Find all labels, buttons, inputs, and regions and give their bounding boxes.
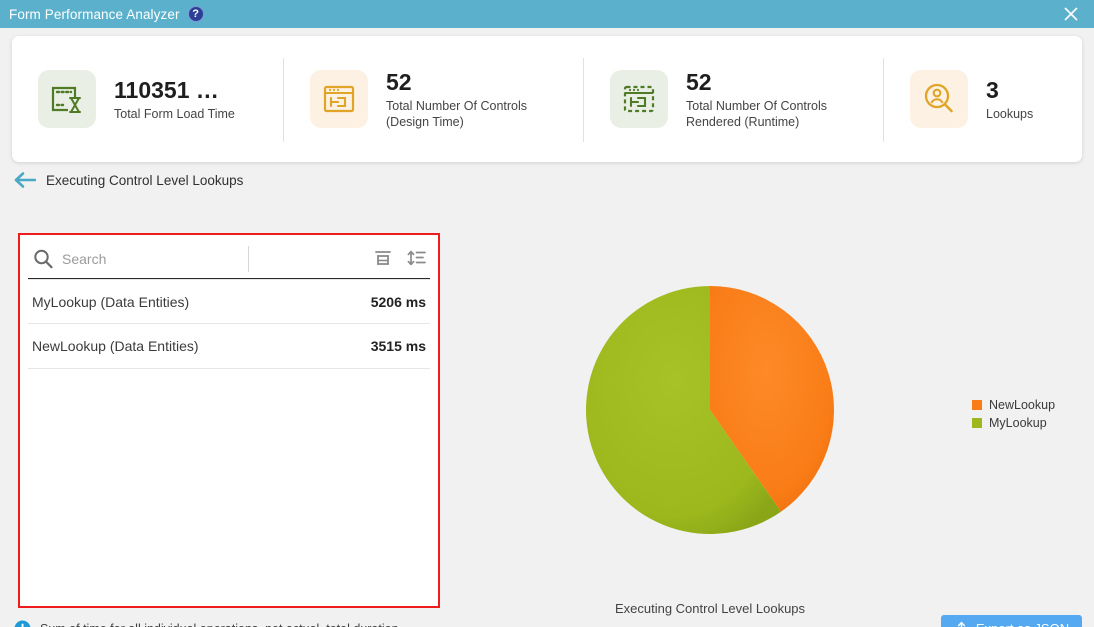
window-body: 110351 … Total Form Load Time 52 Total N…	[0, 28, 1094, 627]
legend-item[interactable]: NewLookup	[972, 398, 1055, 412]
stat-text: 52 Total Number Of Controls Rendered (Ru…	[686, 69, 856, 130]
pie-chart-area: Executing Control Level Lookups NewLooku…	[470, 233, 1080, 616]
stat-total-form-load-time: 110351 … Total Form Load Time	[12, 56, 284, 142]
pie-chart-caption: Executing Control Level Lookups	[614, 601, 806, 616]
breadcrumb-label: Executing Control Level Lookups	[46, 172, 244, 188]
stat-label: Total Number Of Controls Rendered (Runti…	[686, 98, 828, 129]
stat-label: Total Form Load Time	[114, 106, 235, 121]
legend-swatch-newlookup	[972, 400, 982, 410]
stat-value: 110351 …	[114, 76, 219, 103]
question-mark-icon[interactable]: ?	[187, 6, 204, 22]
list-item-value: 3515 ms	[370, 338, 426, 354]
legend-item[interactable]: MyLookup	[972, 416, 1055, 430]
back-arrow-icon[interactable]	[14, 171, 37, 189]
footer-note: Sum of time for all individual operation…	[14, 620, 402, 627]
stat-value: 52	[386, 68, 412, 95]
controls-runtime-icon	[610, 70, 668, 128]
search-input[interactable]	[60, 245, 240, 272]
legend-label: MyLookup	[989, 416, 1047, 430]
search-bar	[28, 239, 430, 279]
legend-swatch-mylookup	[972, 418, 982, 428]
close-icon[interactable]	[1048, 0, 1094, 28]
lookups-list: MyLookup (Data Entities) 5206 ms NewLook…	[28, 279, 430, 369]
upload-icon	[954, 621, 969, 627]
window-title: Form Performance Analyzer	[9, 6, 180, 22]
stat-total-controls-design-time: 52 Total Number Of Controls (Design Time…	[284, 56, 584, 142]
list-item-name: MyLookup (Data Entities)	[32, 293, 190, 310]
search-divider	[248, 245, 249, 272]
sort-icon[interactable]	[406, 247, 428, 269]
summary-card: 110351 … Total Form Load Time 52 Total N…	[12, 36, 1082, 162]
stat-text: 110351 … Total Form Load Time	[114, 77, 235, 122]
group-by-icon[interactable]	[372, 247, 394, 269]
footer-note-text: Sum of time for all individual operation…	[40, 622, 402, 627]
search-icon	[32, 248, 54, 270]
lookups-list-panel: MyLookup (Data Entities) 5206 ms NewLook…	[18, 233, 440, 608]
export-button-label: Export as JSON	[976, 621, 1069, 627]
stat-total-controls-runtime: 52 Total Number Of Controls Rendered (Ru…	[584, 56, 884, 142]
breadcrumb[interactable]: Executing Control Level Lookups	[14, 171, 243, 189]
stat-lookups: 3 Lookups	[884, 56, 1080, 142]
search-tools	[372, 247, 428, 269]
pie-chart-legend: NewLookup MyLookup	[972, 398, 1055, 434]
stat-value: 52	[686, 68, 712, 95]
controls-design-time-icon	[310, 70, 368, 128]
legend-label: NewLookup	[989, 398, 1056, 412]
form-load-time-icon	[38, 70, 96, 128]
stat-text: 3 Lookups	[986, 77, 1033, 122]
form-performance-analyzer-window: Form Performance Analyzer ? 110351 … Tot…	[0, 0, 1094, 627]
window-titlebar: Form Performance Analyzer ?	[0, 0, 1094, 28]
stat-value: 3	[986, 76, 999, 103]
stat-label: Lookups	[986, 106, 1034, 121]
list-item-value: 5206 ms	[370, 293, 426, 310]
lookups-icon	[910, 70, 968, 128]
list-item-name: NewLookup (Data Entities)	[32, 338, 199, 354]
list-item[interactable]: NewLookup (Data Entities) 3515 ms	[28, 324, 430, 369]
stat-text: 52 Total Number Of Controls (Design Time…	[386, 69, 556, 130]
list-item[interactable]: MyLookup (Data Entities) 5206 ms	[28, 279, 430, 324]
export-as-json-button[interactable]: Export as JSON	[941, 615, 1082, 627]
stat-label: Total Number Of Controls (Design Time)	[386, 98, 528, 129]
pie-chart	[585, 285, 835, 535]
info-icon	[14, 620, 31, 627]
